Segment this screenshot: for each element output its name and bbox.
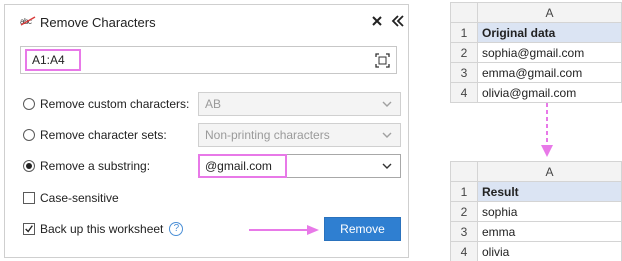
remove-sets-option[interactable]: Remove character sets: [23, 125, 167, 145]
sheet-corner[interactable] [450, 161, 478, 182]
column-header[interactable]: A [477, 2, 622, 23]
close-icon[interactable] [368, 12, 386, 30]
remove-custom-radio[interactable] [23, 98, 35, 110]
remove-button[interactable]: Remove [324, 217, 401, 241]
custom-characters-field[interactable]: AB [198, 92, 401, 116]
table-row: 2 sophia [450, 201, 622, 222]
custom-characters-value: AB [205, 97, 222, 111]
character-sets-value: Non-printing characters [205, 128, 330, 142]
remove-characters-icon: abc [18, 14, 38, 30]
column-header[interactable]: A [477, 161, 622, 182]
original-data-sheet: A 1 Original data 2 sophia@gmail.com 3 e… [450, 2, 622, 103]
row-number[interactable]: 2 [450, 42, 478, 63]
backup-label: Back up this worksheet [40, 222, 164, 236]
remove-custom-label: Remove custom characters: [40, 97, 190, 111]
case-sensitive-checkbox[interactable] [23, 192, 35, 204]
select-range-icon[interactable] [375, 53, 390, 68]
remove-characters-pane: abc Remove Characters A1:A4 Remove custo… [4, 4, 409, 258]
table-row: 3 emma [450, 221, 622, 242]
checkmark-icon [25, 225, 33, 233]
cell[interactable]: sophia@gmail.com [477, 42, 622, 63]
row-number[interactable]: 2 [450, 201, 478, 222]
down-arrow-icon [541, 103, 553, 157]
cell[interactable]: emma [477, 221, 622, 242]
table-row: 1 Result [450, 181, 622, 202]
chevron-down-icon [382, 101, 392, 107]
substring-field[interactable]: @gmail.com [198, 154, 401, 178]
cell[interactable]: Result [477, 181, 622, 202]
case-sensitive-label: Case-sensitive [40, 191, 119, 205]
cell[interactable]: sophia [477, 201, 622, 222]
remove-sets-radio[interactable] [23, 129, 35, 141]
cell[interactable]: emma@gmail.com [477, 62, 622, 83]
row-number[interactable]: 4 [450, 82, 478, 103]
case-sensitive-option[interactable]: Case-sensitive [23, 188, 119, 208]
stage: abc Remove Characters A1:A4 Remove custo… [0, 0, 622, 261]
row-number[interactable]: 3 [450, 221, 478, 242]
pane-title: Remove Characters [40, 15, 156, 30]
range-value[interactable]: A1:A4 [25, 49, 81, 71]
cell[interactable]: olivia [477, 241, 622, 261]
collapse-pane-icon[interactable] [389, 12, 407, 30]
table-row: 2 sophia@gmail.com [450, 42, 622, 63]
table-row: 4 olivia@gmail.com [450, 82, 622, 103]
table-row: 4 olivia [450, 241, 622, 261]
range-field[interactable]: A1:A4 [20, 46, 397, 74]
remove-custom-option[interactable]: Remove custom characters: [23, 94, 189, 114]
remove-substring-option[interactable]: Remove a substring: [23, 156, 150, 176]
row-number[interactable]: 1 [450, 22, 478, 43]
character-sets-dropdown[interactable]: Non-printing characters [198, 123, 401, 147]
cell[interactable]: olivia@gmail.com [477, 82, 622, 103]
remove-substring-label: Remove a substring: [40, 159, 151, 173]
table-row: 1 Original data [450, 22, 622, 43]
cell[interactable]: Original data [477, 22, 622, 43]
backup-checkbox[interactable] [23, 223, 35, 235]
backup-option[interactable]: Back up this worksheet ? [23, 219, 184, 239]
row-number[interactable]: 4 [450, 241, 478, 261]
sheet-corner[interactable] [450, 2, 478, 23]
table-row: 3 emma@gmail.com [450, 62, 622, 83]
substring-value[interactable]: @gmail.com [198, 154, 287, 178]
help-icon[interactable]: ? [169, 222, 184, 236]
remove-substring-radio[interactable] [23, 160, 35, 172]
chevron-down-icon[interactable] [382, 163, 392, 170]
pointer-arrow-icon [249, 225, 319, 235]
chevron-down-icon [382, 132, 392, 138]
row-number[interactable]: 3 [450, 62, 478, 83]
row-number[interactable]: 1 [450, 181, 478, 202]
result-sheet: A 1 Result 2 sophia 3 emma 4 olivia [450, 161, 622, 261]
remove-sets-label: Remove character sets: [40, 128, 167, 142]
